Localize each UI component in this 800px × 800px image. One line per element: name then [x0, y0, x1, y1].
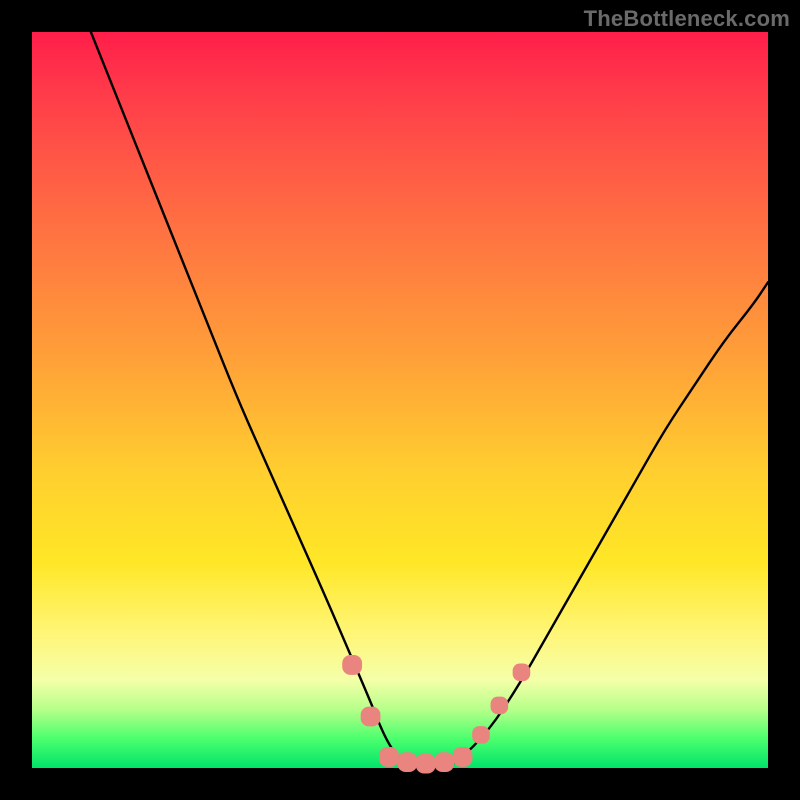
curve-markers [342, 655, 530, 773]
curve-marker [491, 697, 509, 715]
curve-marker [397, 752, 417, 772]
curve-marker [379, 747, 399, 767]
curve-marker [361, 707, 381, 727]
curve-marker [342, 655, 362, 675]
curve-marker [472, 726, 490, 744]
plot-area [32, 32, 768, 768]
bottleneck-curve-svg [32, 32, 768, 768]
curve-marker [434, 752, 454, 772]
curve-marker [453, 747, 473, 767]
watermark-text: TheBottleneck.com [584, 6, 790, 32]
bottleneck-curve [91, 32, 768, 768]
chart-frame: TheBottleneck.com [0, 0, 800, 800]
curve-marker [416, 754, 436, 774]
curve-marker [513, 664, 531, 682]
